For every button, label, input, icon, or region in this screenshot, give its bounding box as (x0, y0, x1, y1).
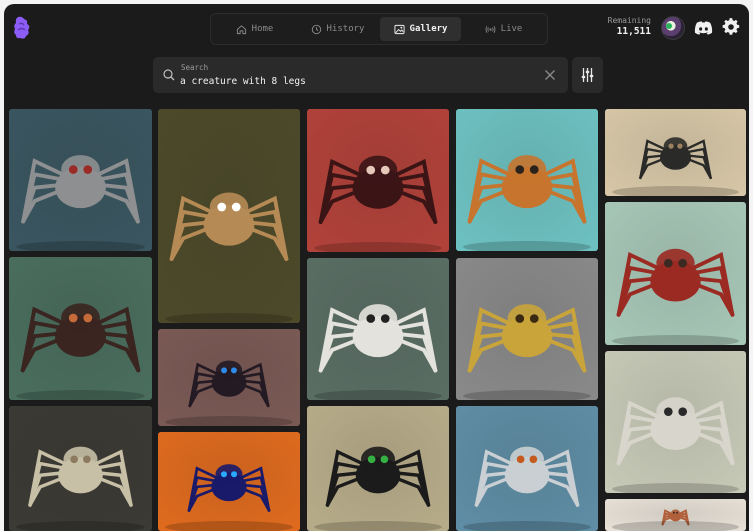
gallery-image[interactable] (158, 432, 300, 531)
filter-button[interactable] (572, 57, 603, 93)
search-label: Search (181, 63, 209, 72)
gallery-image[interactable] (605, 202, 746, 345)
gallery-image[interactable] (158, 109, 300, 323)
sliders-icon (581, 68, 594, 82)
gallery-image[interactable] (307, 406, 449, 531)
gallery-image[interactable] (605, 109, 746, 196)
credits-counter: Remaining 11,511 (608, 16, 651, 38)
tab-gallery[interactable]: Gallery (380, 17, 461, 41)
remaining-value: 11,511 (616, 26, 651, 37)
gallery-image[interactable] (9, 257, 152, 400)
tab-home-label: Home (251, 24, 274, 34)
gallery-image[interactable] (158, 329, 300, 426)
search-icon (163, 69, 175, 81)
gear-icon[interactable] (722, 18, 740, 36)
tab-gallery-label: Gallery (409, 24, 448, 34)
gallery-image[interactable] (605, 351, 746, 493)
gallery-image[interactable] (307, 258, 449, 400)
tab-history[interactable]: History (297, 17, 378, 41)
tab-home[interactable]: Home (214, 17, 295, 41)
gallery-icon (393, 24, 405, 34)
gallery-image[interactable] (605, 499, 746, 531)
tab-history-label: History (326, 24, 365, 34)
logo-icon[interactable] (13, 16, 31, 40)
gallery-image[interactable] (9, 109, 152, 251)
app-window: Home History Gallery Live Remaining 11,5… (4, 4, 749, 531)
tab-live[interactable]: Live (463, 17, 544, 41)
search-bar[interactable]: Search (153, 57, 568, 93)
search-input[interactable] (180, 74, 520, 88)
gallery-image[interactable] (456, 406, 598, 531)
remaining-label: Remaining (607, 16, 651, 25)
gallery-image[interactable] (9, 406, 152, 531)
main-nav: Home History Gallery Live (210, 13, 548, 45)
gallery-image[interactable] (456, 109, 598, 251)
history-icon (311, 24, 321, 34)
discord-icon[interactable] (694, 20, 713, 36)
avatar[interactable] (661, 16, 685, 40)
gallery-image[interactable] (307, 109, 449, 252)
close-icon[interactable] (544, 69, 556, 81)
home-icon (236, 24, 246, 34)
tab-live-label: Live (500, 24, 523, 34)
live-icon (485, 25, 496, 33)
gallery-image[interactable] (456, 258, 598, 400)
